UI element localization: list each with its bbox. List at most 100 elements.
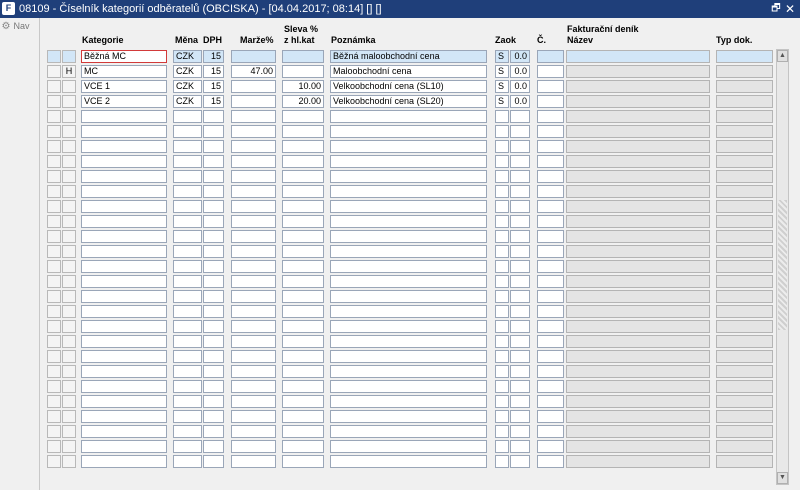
cell-flag[interactable] bbox=[62, 395, 76, 408]
cell-nazev[interactable] bbox=[566, 275, 710, 288]
cell-sleva[interactable] bbox=[282, 305, 324, 318]
cell-zaok-code[interactable] bbox=[495, 365, 509, 378]
cell-dph[interactable] bbox=[203, 140, 224, 153]
cell-kategorie[interactable]: VCE 2 bbox=[81, 95, 167, 108]
cell-kategorie[interactable] bbox=[81, 335, 167, 348]
cell-typ[interactable] bbox=[716, 185, 773, 198]
cell-zaok-code[interactable] bbox=[495, 245, 509, 258]
cell-dph[interactable] bbox=[203, 200, 224, 213]
cell-flag[interactable] bbox=[62, 425, 76, 438]
cell-c[interactable] bbox=[537, 185, 564, 198]
cell-zaok-code[interactable] bbox=[495, 305, 509, 318]
cell-sel[interactable] bbox=[47, 395, 61, 408]
cell-zaok-val[interactable] bbox=[510, 275, 530, 288]
cell-mena[interactable]: CZK bbox=[173, 95, 202, 108]
cell-nazev[interactable] bbox=[566, 185, 710, 198]
cell-c[interactable] bbox=[537, 440, 564, 453]
cell-zaok-val[interactable] bbox=[510, 320, 530, 333]
cell-nazev[interactable] bbox=[566, 155, 710, 168]
cell-dph[interactable] bbox=[203, 155, 224, 168]
cell-zaok-val[interactable]: 0.0 bbox=[510, 80, 530, 93]
cell-dph[interactable] bbox=[203, 215, 224, 228]
cell-dph[interactable] bbox=[203, 125, 224, 138]
cell-mena[interactable] bbox=[173, 140, 202, 153]
cell-mena[interactable] bbox=[173, 440, 202, 453]
restore-icon[interactable]: 🗗 bbox=[770, 0, 782, 18]
cell-zaok-code[interactable] bbox=[495, 200, 509, 213]
cell-flag[interactable]: H bbox=[62, 65, 76, 78]
cell-zaok-val[interactable] bbox=[510, 350, 530, 363]
cell-sel[interactable] bbox=[47, 140, 61, 153]
cell-dph[interactable] bbox=[203, 170, 224, 183]
cell-c[interactable] bbox=[537, 50, 564, 63]
cell-nazev[interactable] bbox=[566, 320, 710, 333]
cell-typ[interactable] bbox=[716, 215, 773, 228]
cell-c[interactable] bbox=[537, 410, 564, 423]
cell-flag[interactable] bbox=[62, 140, 76, 153]
cell-sleva[interactable]: 20.00 bbox=[282, 95, 324, 108]
cell-c[interactable] bbox=[537, 275, 564, 288]
cell-zaok-code[interactable] bbox=[495, 410, 509, 423]
cell-kategorie[interactable] bbox=[81, 290, 167, 303]
cell-c[interactable] bbox=[537, 125, 564, 138]
cell-poznamka[interactable] bbox=[330, 230, 487, 243]
cell-mena[interactable] bbox=[173, 410, 202, 423]
cell-zaok-code[interactable] bbox=[495, 440, 509, 453]
cell-sleva[interactable] bbox=[282, 380, 324, 393]
cell-typ[interactable] bbox=[716, 350, 773, 363]
cell-sel[interactable] bbox=[47, 275, 61, 288]
cell-mena[interactable] bbox=[173, 305, 202, 318]
cell-poznamka[interactable] bbox=[330, 260, 487, 273]
cell-flag[interactable] bbox=[62, 260, 76, 273]
cell-sel[interactable] bbox=[47, 185, 61, 198]
cell-poznamka[interactable] bbox=[330, 410, 487, 423]
cell-kategorie[interactable]: VCE 1 bbox=[81, 80, 167, 93]
cell-kategorie[interactable] bbox=[81, 410, 167, 423]
cell-nazev[interactable] bbox=[566, 125, 710, 138]
cell-typ[interactable] bbox=[716, 230, 773, 243]
cell-poznamka[interactable] bbox=[330, 185, 487, 198]
cell-nazev[interactable] bbox=[566, 455, 710, 468]
cell-zaok-code[interactable] bbox=[495, 185, 509, 198]
cell-typ[interactable] bbox=[716, 125, 773, 138]
cell-dph[interactable]: 15 bbox=[203, 80, 224, 93]
cell-nazev[interactable] bbox=[566, 410, 710, 423]
cell-marze[interactable] bbox=[231, 290, 276, 303]
cell-zaok-code[interactable] bbox=[495, 350, 509, 363]
cell-sel[interactable] bbox=[47, 80, 61, 93]
cell-nazev[interactable] bbox=[566, 440, 710, 453]
cell-sleva[interactable] bbox=[282, 335, 324, 348]
cell-nazev[interactable] bbox=[566, 95, 710, 108]
cell-zaok-code[interactable] bbox=[495, 455, 509, 468]
cell-sel[interactable] bbox=[47, 335, 61, 348]
cell-mena[interactable] bbox=[173, 215, 202, 228]
cell-nazev[interactable] bbox=[566, 335, 710, 348]
cell-flag[interactable] bbox=[62, 320, 76, 333]
cell-typ[interactable] bbox=[716, 380, 773, 393]
cell-zaok-val[interactable] bbox=[510, 230, 530, 243]
cell-poznamka[interactable]: Velkoobchodní cena (SL10) bbox=[330, 80, 487, 93]
cell-typ[interactable] bbox=[716, 395, 773, 408]
cell-nazev[interactable] bbox=[566, 305, 710, 318]
cell-sel[interactable] bbox=[47, 365, 61, 378]
cell-nazev[interactable] bbox=[566, 260, 710, 273]
cell-sleva[interactable] bbox=[282, 200, 324, 213]
cell-flag[interactable] bbox=[62, 305, 76, 318]
cell-marze[interactable] bbox=[231, 95, 276, 108]
cell-mena[interactable]: CZK bbox=[173, 50, 202, 63]
cell-dph[interactable]: 15 bbox=[203, 65, 224, 78]
cell-zaok-code[interactable] bbox=[495, 155, 509, 168]
cell-kategorie[interactable] bbox=[81, 140, 167, 153]
cell-zaok-val[interactable] bbox=[510, 440, 530, 453]
cell-dph[interactable]: 15 bbox=[203, 95, 224, 108]
cell-poznamka[interactable] bbox=[330, 350, 487, 363]
cell-typ[interactable] bbox=[716, 335, 773, 348]
cell-flag[interactable] bbox=[62, 230, 76, 243]
cell-sel[interactable] bbox=[47, 110, 61, 123]
cell-kategorie[interactable] bbox=[81, 395, 167, 408]
cell-marze[interactable] bbox=[231, 260, 276, 273]
cell-typ[interactable] bbox=[716, 440, 773, 453]
cell-mena[interactable] bbox=[173, 290, 202, 303]
cell-marze[interactable] bbox=[231, 395, 276, 408]
cell-marze[interactable] bbox=[231, 320, 276, 333]
